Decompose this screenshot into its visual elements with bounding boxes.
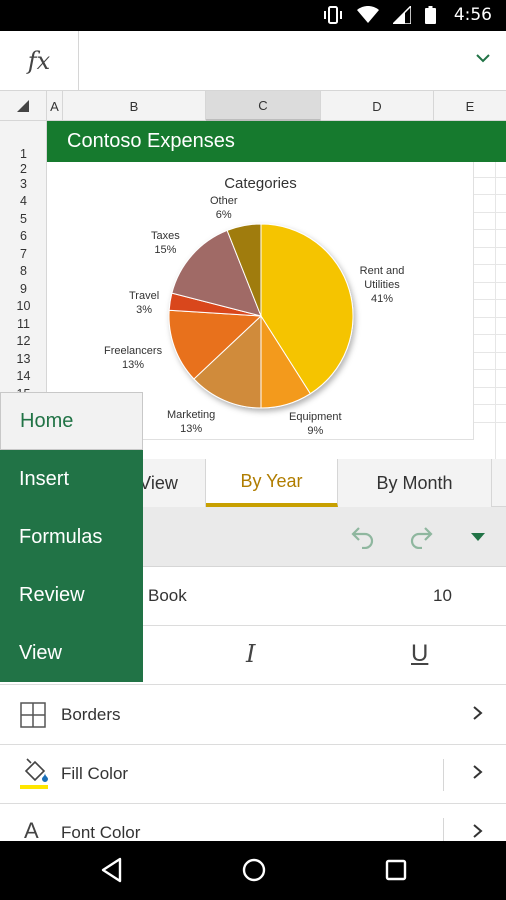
row-header[interactable]: 11 — [0, 317, 47, 331]
column-header-c[interactable]: C — [206, 91, 321, 121]
slice-label-taxes: Taxes 15% — [151, 230, 180, 256]
home-icon[interactable] — [241, 857, 267, 883]
grid-line — [495, 162, 496, 461]
grid-line — [474, 229, 506, 230]
slice-label-other: Other 6% — [210, 195, 238, 221]
fill-color-row[interactable]: Fill Color — [0, 745, 506, 804]
chevron-right-icon[interactable] — [472, 764, 484, 780]
grid-line — [474, 212, 506, 213]
collapse-ribbon-icon[interactable] — [470, 532, 486, 542]
pie-slices — [168, 223, 354, 409]
underline-button[interactable]: U — [411, 640, 428, 668]
grid-line — [474, 177, 506, 178]
row-header[interactable]: 1 — [0, 147, 47, 161]
borders-label: Borders — [61, 705, 121, 724]
grid-line — [474, 317, 506, 318]
font-name[interactable]: Book — [148, 586, 187, 606]
column-header-a[interactable]: A — [47, 91, 63, 121]
column-header-b[interactable]: B — [63, 91, 206, 121]
row-header[interactable]: 2 — [0, 162, 47, 176]
grid-line — [474, 369, 506, 370]
row-header[interactable]: 4 — [0, 194, 47, 208]
row-headers: 1 2 3 4 5 6 7 8 9 10 11 12 13 14 15 — [0, 121, 47, 401]
back-icon[interactable] — [100, 857, 124, 883]
grid-line — [474, 299, 506, 300]
column-header-d[interactable]: D — [321, 91, 434, 121]
navigation-bar — [0, 841, 506, 900]
grid-line — [474, 422, 506, 423]
row-header[interactable]: 10 — [0, 299, 47, 313]
column-headers: A B C D E — [0, 91, 506, 121]
chevron-down-icon[interactable] — [476, 53, 490, 63]
menu-item-home[interactable]: Home — [0, 392, 143, 450]
grid-line — [474, 334, 506, 335]
row-header[interactable]: 12 — [0, 334, 47, 348]
divider — [443, 759, 444, 791]
banner-title: Contoso Expenses — [67, 130, 235, 152]
row-header[interactable]: 9 — [0, 282, 47, 296]
ribbon-tab-menu: Home Insert Formulas Review View — [0, 392, 143, 682]
vibrate-icon — [324, 6, 342, 24]
chevron-right-icon[interactable] — [472, 705, 484, 721]
row-header[interactable]: 7 — [0, 247, 47, 261]
row-header[interactable]: 14 — [0, 369, 47, 383]
slice-label-marketing: Marketing 13% — [167, 409, 216, 435]
menu-item-review[interactable]: Review — [0, 566, 143, 624]
slice-label-freelancers: Freelancers 13% — [104, 345, 163, 371]
cell-signal-icon — [393, 6, 411, 24]
grid-line — [474, 194, 506, 195]
grid-line — [474, 247, 506, 248]
select-all-corner[interactable] — [0, 91, 47, 121]
borders-icon — [20, 702, 46, 728]
status-bar: 4:56 — [0, 0, 506, 31]
font-size[interactable]: 10 — [433, 586, 452, 606]
fill-color-label: Fill Color — [61, 764, 129, 783]
chevron-right-icon[interactable] — [472, 823, 484, 839]
menu-item-formulas[interactable]: Formulas — [0, 508, 143, 566]
recents-icon[interactable] — [384, 857, 408, 883]
sheet-banner[interactable]: Contoso Expenses — [47, 121, 506, 162]
fill-color-icon — [20, 758, 48, 789]
font-color-label: Font Color — [61, 823, 141, 842]
italic-button[interactable]: I — [246, 640, 255, 668]
clock: 4:56 — [453, 5, 492, 25]
formula-input[interactable] — [80, 31, 460, 91]
grid-line — [474, 264, 506, 265]
sheet-tab-by-year[interactable]: By Year — [206, 459, 338, 507]
slice-label-travel: Travel 3% — [129, 290, 160, 316]
row-header[interactable]: 8 — [0, 264, 47, 278]
grid-line — [474, 282, 506, 283]
menu-item-insert[interactable]: Insert — [0, 450, 143, 508]
wifi-icon — [357, 6, 379, 23]
fx-button[interactable]: fx — [0, 31, 79, 91]
sheet-tab-by-month[interactable]: By Month — [338, 459, 492, 507]
menu-item-view[interactable]: View — [0, 624, 143, 682]
fx-label: fx — [27, 47, 51, 75]
grid-line — [474, 352, 506, 353]
row-header[interactable]: 6 — [0, 229, 47, 243]
battery-icon — [425, 6, 436, 24]
select-all-icon — [17, 100, 29, 112]
row-header[interactable]: 3 — [0, 177, 47, 191]
row-header[interactable]: 13 — [0, 352, 47, 366]
redo-icon[interactable] — [408, 523, 434, 549]
undo-icon[interactable] — [350, 523, 376, 549]
grid-line — [474, 404, 506, 405]
formula-bar: fx — [0, 31, 506, 91]
grid-line — [474, 387, 506, 388]
column-header-e[interactable]: E — [434, 91, 506, 121]
borders-row[interactable]: Borders — [0, 686, 506, 745]
slice-label-rent: Rent and Utilities 41% — [359, 265, 405, 305]
row-header[interactable]: 5 — [0, 212, 47, 226]
slice-label-equipment: Equipment 9% — [289, 411, 342, 437]
